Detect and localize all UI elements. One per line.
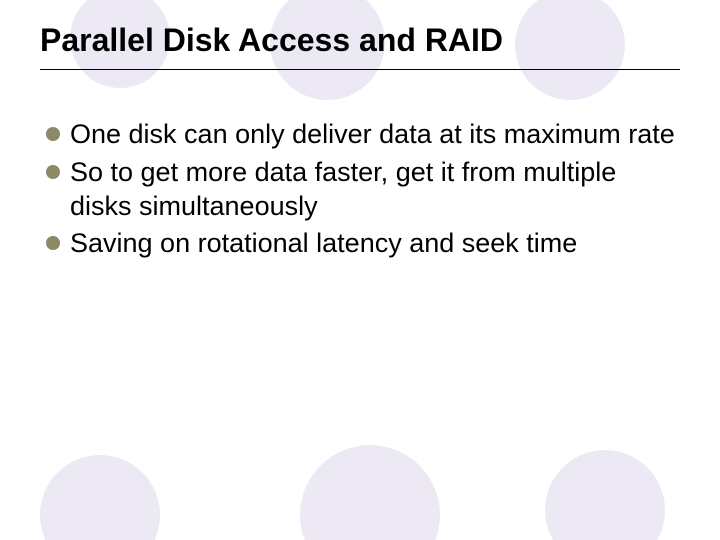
list-item: One disk can only deliver data at its ma… <box>44 118 680 152</box>
list-item: Saving on rotational latency and seek ti… <box>44 227 680 261</box>
title-underline <box>40 69 680 70</box>
slide-title: Parallel Disk Access and RAID <box>40 22 680 59</box>
slide: Parallel Disk Access and RAID One disk c… <box>0 0 720 540</box>
bullet-list: One disk can only deliver data at its ma… <box>40 118 680 261</box>
list-item: So to get more data faster, get it from … <box>44 156 680 224</box>
